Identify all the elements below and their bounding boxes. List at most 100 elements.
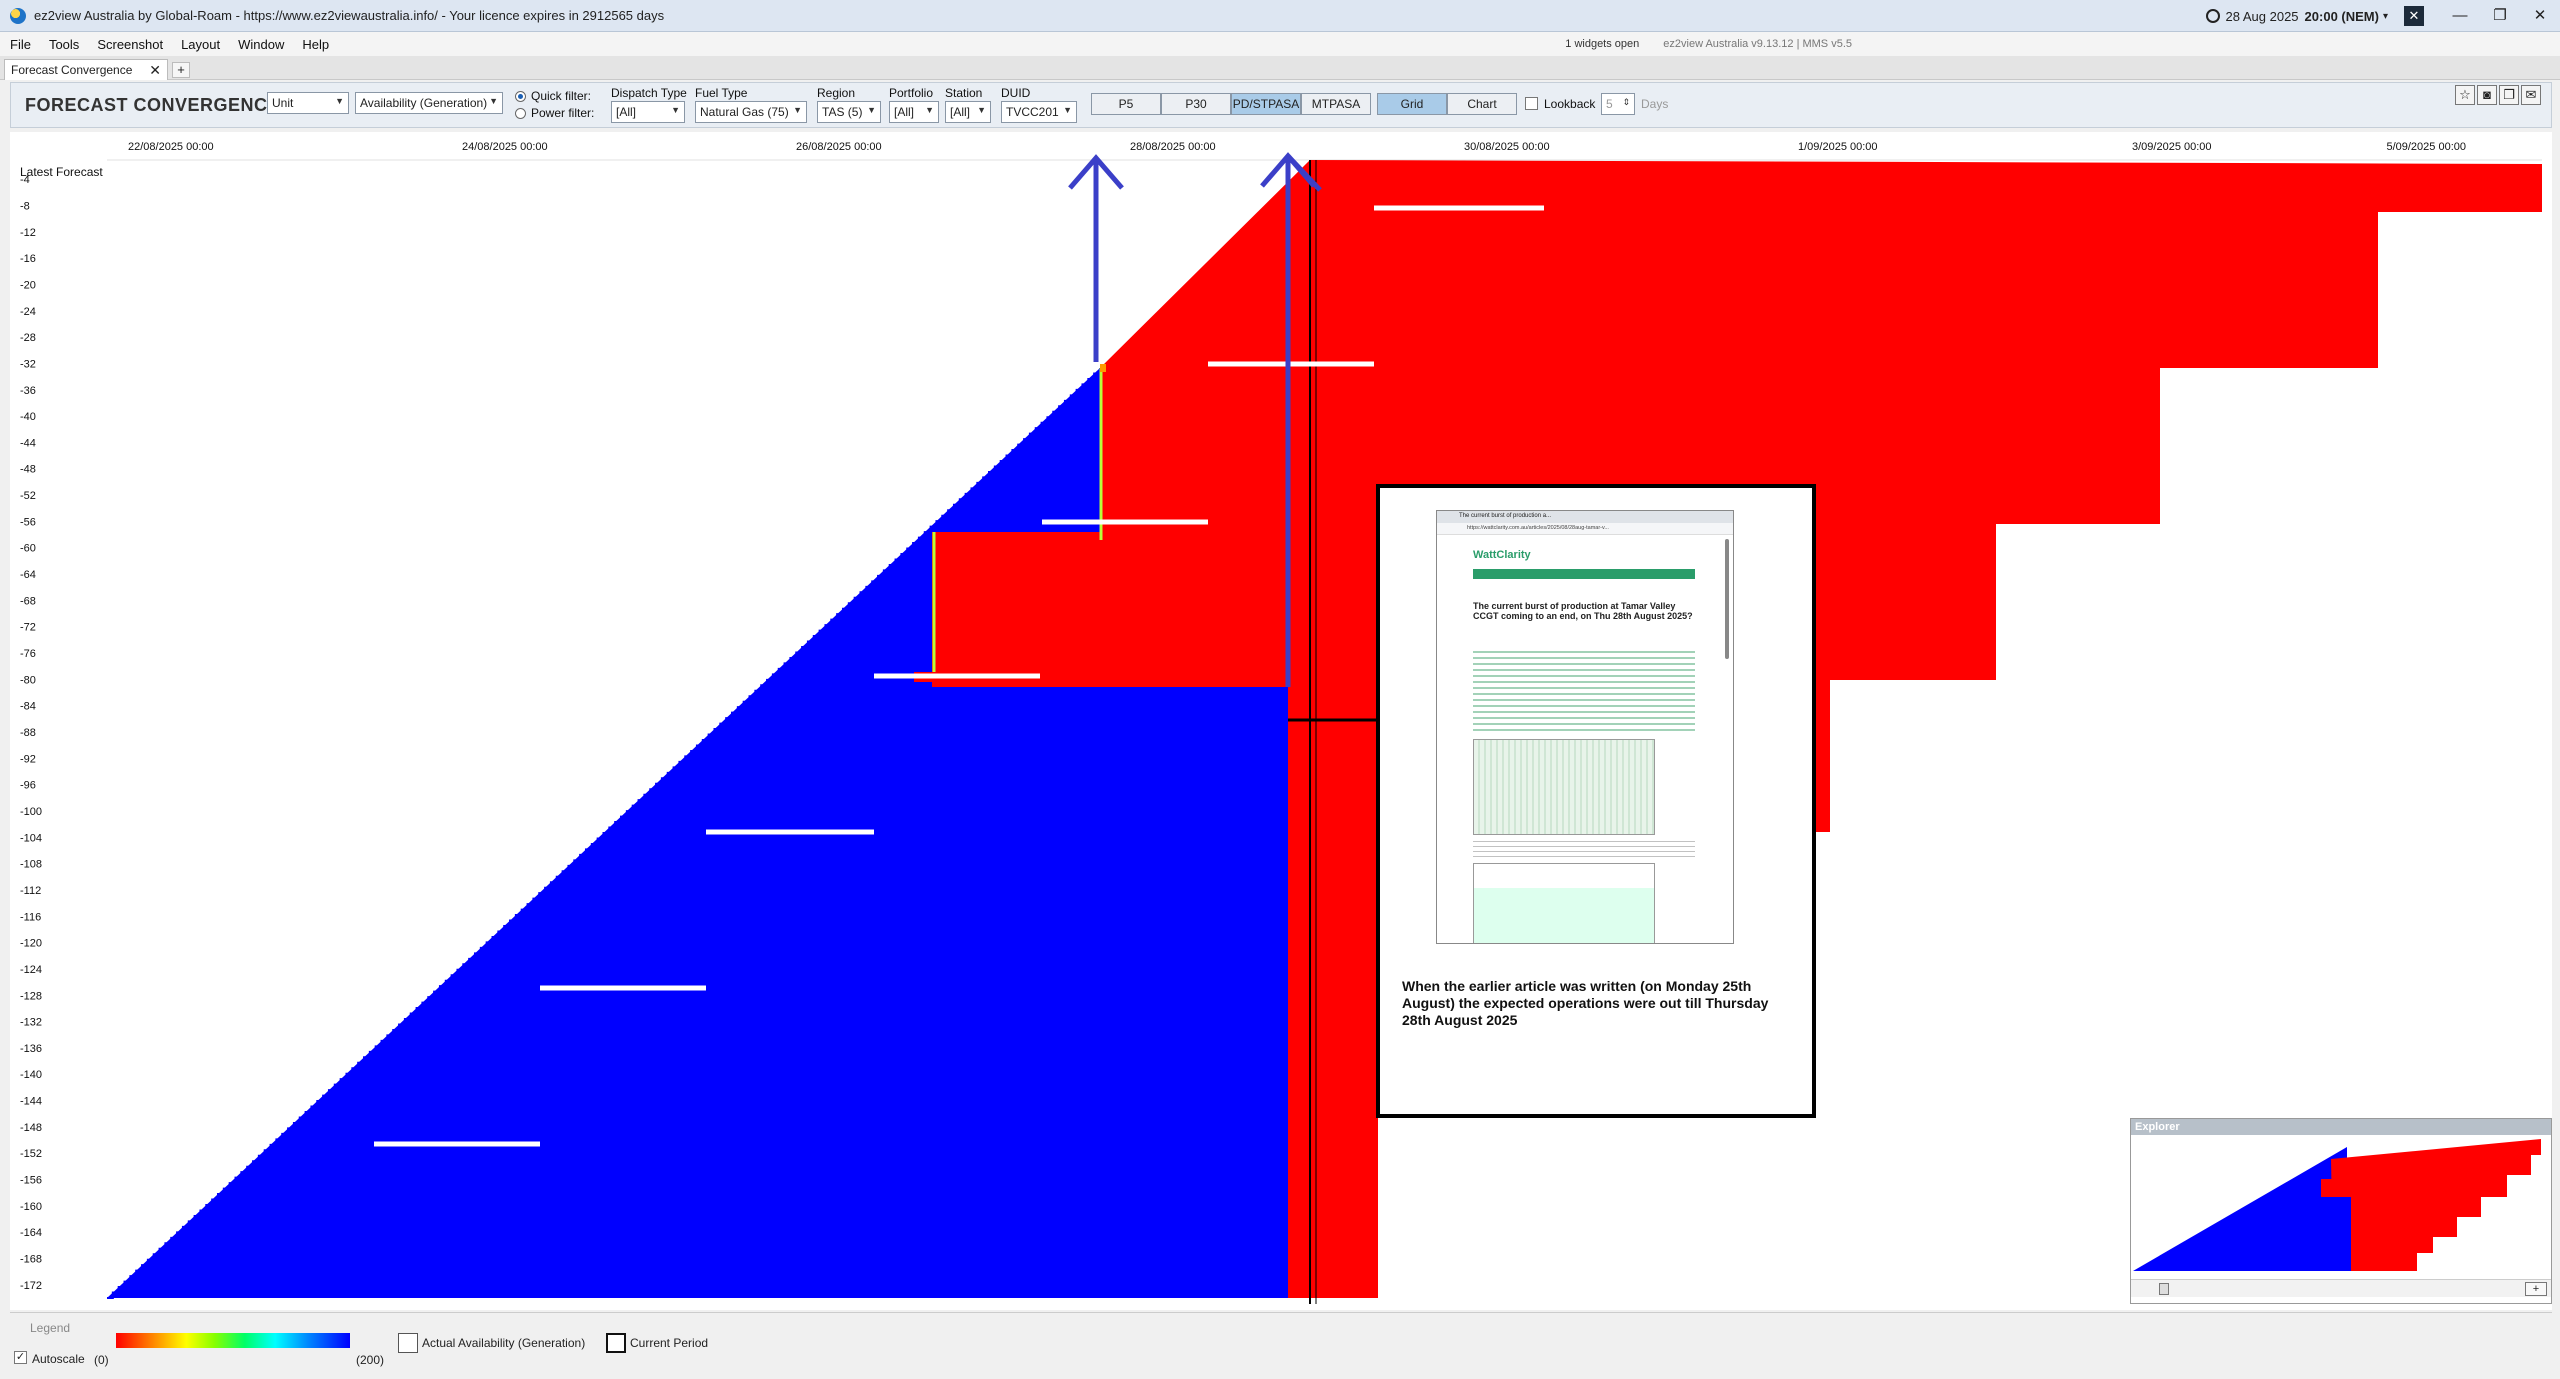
y-tick-label: -60 xyxy=(20,543,36,555)
y-tick-label: -40 xyxy=(20,411,36,423)
y-tick-label: -88 xyxy=(20,727,36,739)
browser-tabbar: The current burst of production a... xyxy=(1437,511,1733,523)
y-tick-label: -80 xyxy=(20,674,36,686)
lookback-checkbox[interactable] xyxy=(1525,97,1538,110)
menu-status: 1 widgets open ez2view Australia v9.13.1… xyxy=(1565,32,2560,56)
tab-close-icon[interactable]: ✕ xyxy=(149,62,161,79)
camera-icon[interactable]: ◙ xyxy=(2477,85,2497,105)
measure-select[interactable]: Availability (Generation) ▼ xyxy=(355,92,503,114)
y-tick-label: -12 xyxy=(20,227,36,239)
region-select[interactable]: TAS (5) ▼ xyxy=(817,101,881,123)
y-tick-label: -152 xyxy=(20,1148,42,1160)
star-icon[interactable]: ☆ xyxy=(2455,85,2475,105)
tab-forecast-convergence[interactable]: Forecast Convergence ✕ xyxy=(4,59,168,80)
station-value: [All] xyxy=(950,105,971,119)
menu-bar: File Tools Screenshot Layout Window Help… xyxy=(0,32,2560,56)
dispatch-type-select[interactable]: [All] ▼ xyxy=(611,101,685,123)
chevron-down-icon: ▼ xyxy=(671,105,680,115)
dispatch-type-label: Dispatch Type xyxy=(611,86,687,100)
copy-icon[interactable]: ❐ xyxy=(2499,85,2519,105)
p30-button[interactable]: P30 xyxy=(1161,93,1231,115)
fuel-type-select[interactable]: Natural Gas (75) ▼ xyxy=(695,101,807,123)
y-tick-label: -48 xyxy=(20,464,36,476)
lookback-days-stepper[interactable]: 5 ⇕ xyxy=(1601,93,1635,115)
chevron-down-icon: ▼ xyxy=(489,96,498,106)
close-button[interactable]: ✕ xyxy=(2520,0,2560,32)
y-tick-label: -156 xyxy=(20,1175,42,1187)
power-filter-radio[interactable] xyxy=(515,108,526,119)
nem-time[interactable]: 20:00 (NEM) xyxy=(2305,9,2379,24)
y-tick-label: -148 xyxy=(20,1122,42,1134)
version-label: ez2view Australia v9.13.12 | MMS v5.5 xyxy=(1663,38,1852,50)
portfolio-label: Portfolio xyxy=(889,86,934,100)
speaker-mute-icon[interactable]: ✕ xyxy=(2404,6,2424,26)
quick-filter-radio[interactable] xyxy=(515,91,526,102)
maximize-button[interactable]: ❐ xyxy=(2480,0,2520,32)
article-window-title: The current burst of production a... xyxy=(1459,513,1552,519)
y-tick-label: -164 xyxy=(20,1227,42,1239)
tab-label: Forecast Convergence xyxy=(11,63,133,77)
minimize-button[interactable]: — xyxy=(2440,0,2480,32)
article-nav-bar xyxy=(1473,569,1695,579)
x-tick-label: 22/08/2025 00:00 xyxy=(128,141,214,153)
explorer-scrollbar[interactable]: + xyxy=(2131,1279,2551,1297)
explorer-scroll-thumb[interactable] xyxy=(2159,1283,2169,1295)
y-tick-label: -104 xyxy=(20,832,42,844)
x-tick-label: 26/08/2025 00:00 xyxy=(796,141,882,153)
legend-bar: Legend (0) (200) Actual Availability (Ge… xyxy=(10,1312,2552,1374)
heatmap-red-block xyxy=(932,532,1288,687)
y-tick-label: -172 xyxy=(20,1280,42,1292)
y-tick-label: -168 xyxy=(20,1254,42,1266)
tab-strip: Forecast Convergence ✕ + xyxy=(0,56,2560,80)
menu-window[interactable]: Window xyxy=(229,37,293,52)
y-tick-label: -72 xyxy=(20,622,36,634)
y-tick-label: -128 xyxy=(20,990,42,1002)
y-tick-label: -52 xyxy=(20,490,36,502)
p5-button[interactable]: P5 xyxy=(1091,93,1161,115)
legend-title: Legend xyxy=(30,1321,71,1335)
add-tab-button[interactable]: + xyxy=(172,62,190,78)
quick-filter-label: Quick filter: xyxy=(531,89,592,103)
widget-toolbar: FORECAST CONVERGENCE Unit ▼ Availability … xyxy=(10,82,2552,128)
pd-stpasa-button[interactable]: PD/STPASA xyxy=(1231,93,1301,115)
duid-select[interactable]: TVCC201 ▼ xyxy=(1001,101,1077,123)
y-tick-label: -56 xyxy=(20,516,36,528)
chevron-down-icon: ▼ xyxy=(1063,105,1072,115)
time-dropdown-icon[interactable]: ▾ xyxy=(2383,11,2388,22)
orange-cell xyxy=(1100,364,1106,372)
stepper-arrows-icon[interactable]: ⇕ xyxy=(1622,97,1630,108)
mtpasa-button[interactable]: MTPASA xyxy=(1301,93,1371,115)
station-select[interactable]: [All] ▼ xyxy=(945,101,991,123)
forecast-convergence-grid: Latest Forecast 22/08/2025 00:00 24/08/20… xyxy=(10,132,2552,1310)
comment-icon[interactable]: ✉ xyxy=(2521,85,2541,105)
y-tick-label: -136 xyxy=(20,1043,42,1055)
unit-select[interactable]: Unit ▼ xyxy=(267,92,349,114)
y-tick-label: -84 xyxy=(20,701,36,713)
station-label: Station xyxy=(945,86,983,100)
grid-view-button[interactable]: Grid xyxy=(1377,93,1447,115)
explorer-zoom-in-button[interactable]: + xyxy=(2525,1282,2547,1296)
explorer-thumbnail[interactable] xyxy=(2131,1135,2551,1275)
measure-select-value: Availability (Generation) xyxy=(360,96,488,110)
autoscale-checkbox[interactable]: ✓ xyxy=(14,1351,27,1364)
scale-max: (200) xyxy=(356,1353,385,1367)
article-table-image xyxy=(1473,739,1655,835)
portfolio-select[interactable]: [All] ▼ xyxy=(889,101,939,123)
y-tick-label: -112 xyxy=(20,885,41,897)
y-tick-label: -4 xyxy=(20,174,30,186)
lookback-label: Lookback xyxy=(1544,97,1596,111)
y-tick-label: -140 xyxy=(20,1069,42,1081)
article-scrollbar[interactable] xyxy=(1725,539,1729,659)
menu-file[interactable]: File xyxy=(0,37,40,52)
menu-layout[interactable]: Layout xyxy=(172,37,229,52)
chart-view-button[interactable]: Chart xyxy=(1447,93,1517,115)
menu-help[interactable]: Help xyxy=(293,37,338,52)
chevron-down-icon: ▼ xyxy=(867,105,876,115)
explorer-header: Explorer xyxy=(2131,1119,2551,1135)
menu-tools[interactable]: Tools xyxy=(40,37,88,52)
menu-screenshot[interactable]: Screenshot xyxy=(88,37,172,52)
title-bar: ez2view Australia by Global-Roam - https… xyxy=(0,0,2560,32)
browser-urlbar: https://wattclarity.com.au/articles/2025… xyxy=(1437,523,1733,535)
y-tick-label: -64 xyxy=(20,569,36,581)
y-tick-label: -120 xyxy=(20,938,42,950)
